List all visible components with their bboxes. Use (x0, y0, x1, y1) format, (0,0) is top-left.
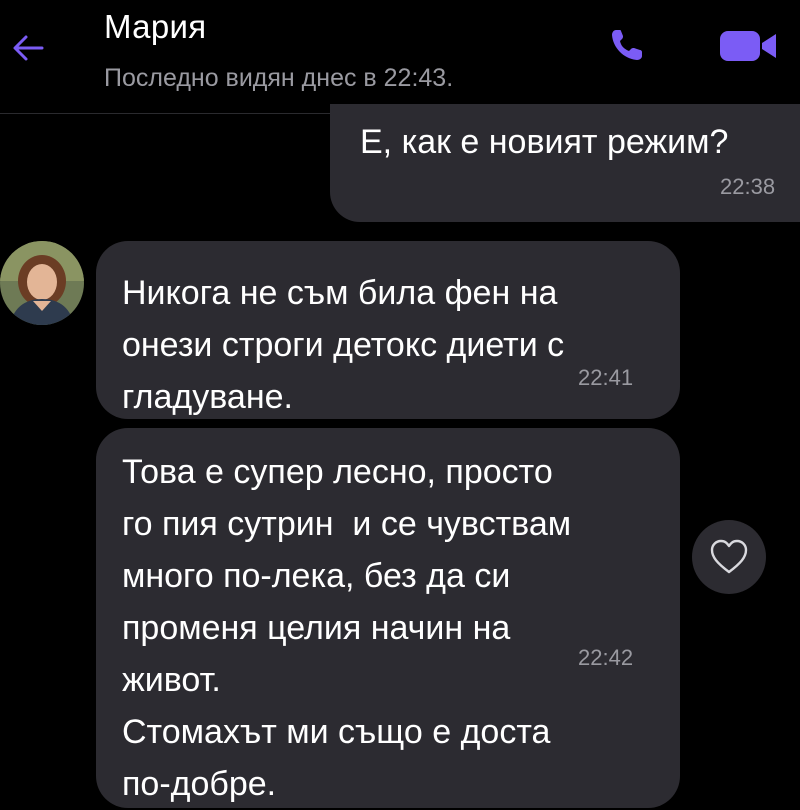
heart-icon (710, 539, 748, 574)
message-text: Това е супер лесно, просто го пия сутрин… (122, 453, 572, 803)
phone-icon (612, 30, 642, 60)
message-text: Никога не съм била фен на онези строги д… (122, 274, 565, 416)
like-button[interactable] (692, 520, 766, 594)
message-bubble-outgoing[interactable]: Е, как е новият режим? 22:38 (330, 104, 800, 222)
message-bubble-incoming[interactable]: Това е супер лесно, просто го пия сутрин… (96, 428, 680, 808)
last-seen-status: Последно видян днес в 22:43. (104, 64, 454, 92)
message-time: 22:41 (578, 365, 634, 390)
arrow-left-icon (13, 35, 44, 61)
video-camera-icon (720, 31, 776, 61)
message-time: 22:42 (578, 645, 634, 670)
contact-avatar[interactable] (0, 241, 84, 325)
voice-call-button[interactable] (604, 22, 650, 68)
message-bubble-incoming[interactable]: Никога не съм била фен на онези строги д… (96, 241, 680, 419)
chat-header: Мария Последно видян днес в 22:43. (0, 0, 800, 114)
back-button[interactable] (6, 26, 50, 70)
video-call-button[interactable] (716, 26, 782, 66)
message-text: Е, как е новият режим? (360, 123, 729, 161)
contact-name[interactable]: Мария (104, 8, 206, 46)
message-time: 22:38 (720, 174, 776, 199)
